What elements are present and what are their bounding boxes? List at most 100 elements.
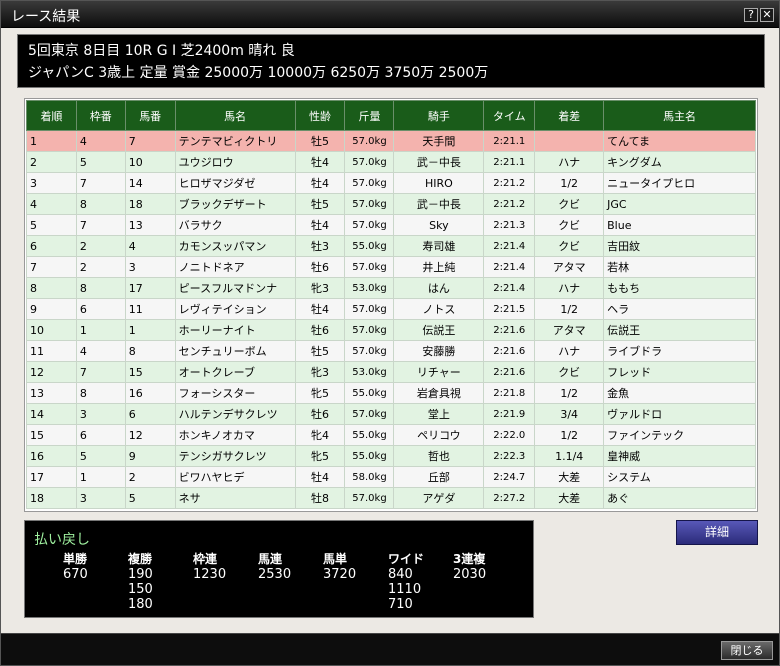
payout-value: 2030: [453, 567, 487, 582]
cell-waku: 5: [75, 445, 126, 467]
table-row[interactable]: 4 8 18 ブラックデザート 牡5 57.0kg 武－中長 2:21.2 クビ JGC: [26, 193, 756, 215]
cell-time: 2:21.8: [483, 382, 536, 404]
table-row[interactable]: 12 7 15 オートクレーブ 牝3 53.0kg リチャー 2:21.6 クビ フレッド: [26, 361, 756, 383]
table-row[interactable]: 11 4 8 センチュリーボム 牡5 57.0kg 安藤勝 2:21.6 ハナ ライブドラ: [26, 340, 756, 362]
cell-umaban: 6: [124, 403, 176, 425]
cell-rank: 7: [26, 256, 77, 278]
cell-margin: ハナ: [534, 277, 605, 299]
payout-column: 3連複 2030: [453, 551, 486, 582]
cell-waku: 1: [75, 319, 126, 341]
table-row[interactable]: 10 1 1 ホーリーナイト 牡6 57.0kg 伝説王 2:21.6 アタマ 伝説王: [26, 319, 756, 341]
cell-sexage: 牡5: [294, 130, 346, 152]
payout-value: 840: [388, 567, 413, 582]
cell-time: 2:21.4: [483, 256, 536, 278]
cell-rank: 18: [26, 487, 77, 509]
column-header[interactable]: 性齢: [294, 100, 346, 131]
payout-column: 複勝 190 150 180: [128, 551, 153, 612]
cell-name: ユウジロウ: [174, 151, 296, 173]
cell-rank: 14: [26, 403, 77, 425]
cell-name: ノニトドネア: [174, 256, 296, 278]
cell-name: ハルテンデサクレツ: [174, 403, 296, 425]
cell-owner: ヴァルドロ: [603, 403, 756, 425]
table-row[interactable]: 18 3 5 ネサ 牡8 57.0kg アゲダ 2:27.2 大差 あぐ: [26, 487, 756, 509]
cell-jockey: Sky: [393, 214, 485, 236]
cell-name: ヒロザマジダゼ: [174, 172, 296, 194]
help-button[interactable]: ?: [744, 8, 758, 22]
column-header[interactable]: 騎手: [393, 100, 485, 131]
payout-label: 単勝: [63, 552, 88, 566]
window-close-button[interactable]: ✕: [760, 8, 774, 22]
table-row[interactable]: 16 5 9 テンシガサクレツ 牝5 55.0kg 哲也 2:22.3 1.1/4 皇神威: [26, 445, 756, 467]
payout-value: 670: [63, 567, 88, 582]
cell-weight: 53.0kg: [344, 277, 395, 299]
payout-value: 1110: [388, 582, 422, 597]
table-row[interactable]: 7 2 3 ノニトドネア 牡6 57.0kg 井上純 2:21.4 アタマ 若林: [26, 256, 756, 278]
table-row[interactable]: 14 3 6 ハルテンデサクレツ 牡6 57.0kg 堂上 2:21.9 3/4 ヴァルドロ: [26, 403, 756, 425]
detail-button[interactable]: 詳細: [676, 520, 758, 545]
cell-name: レヴィテイション: [174, 298, 296, 320]
cell-sexage: 牡5: [294, 193, 346, 215]
column-header[interactable]: 枠番: [75, 100, 126, 131]
cell-rank: 12: [26, 361, 77, 383]
cell-margin: クビ: [534, 235, 605, 257]
cell-sexage: 牝4: [294, 424, 346, 446]
title-bar[interactable]: レース結果 ? ✕: [1, 1, 779, 28]
cell-rank: 2: [26, 151, 77, 173]
column-header[interactable]: タイム: [483, 100, 536, 131]
close-button[interactable]: 閉じる: [721, 641, 773, 660]
cell-rank: 6: [26, 235, 77, 257]
cell-umaban: 9: [124, 445, 176, 467]
cell-sexage: 牝3: [294, 277, 346, 299]
payout-column: ワイド 840 1110 710: [388, 551, 424, 612]
cell-margin: アタマ: [534, 256, 605, 278]
table-row[interactable]: 13 8 16 フォーシスター 牝5 55.0kg 岩倉具視 2:21.8 1/2 金魚: [26, 382, 756, 404]
table-row[interactable]: 9 6 11 レヴィテイション 牡4 57.0kg ノトス 2:21.5 1/2 ヘラ: [26, 298, 756, 320]
cell-umaban: 3: [124, 256, 176, 278]
cell-margin: 1.1/4: [534, 445, 605, 467]
cell-umaban: 5: [124, 487, 176, 509]
cell-umaban: 16: [124, 382, 176, 404]
cell-jockey: リチャー: [393, 361, 485, 383]
cell-umaban: 12: [124, 424, 176, 446]
table-header-row: 着順 枠番 馬番 馬名 性齢 斤量 騎手 タイム 着差 馬主名: [26, 100, 756, 131]
table-row[interactable]: 3 7 14 ヒロザマジダゼ 牡4 57.0kg HIRO 2:21.2 1/2 ニュータイプヒロ: [26, 172, 756, 194]
cell-umaban: 13: [124, 214, 176, 236]
cell-jockey: 伝説王: [393, 319, 485, 341]
column-header[interactable]: 馬番: [124, 100, 176, 131]
payout-label: 枠連: [193, 552, 218, 566]
cell-name: オートクレーブ: [174, 361, 296, 383]
table-row[interactable]: 2 5 10 ユウジロウ 牡4 57.0kg 武－中長 2:21.1 ハナ キングダム: [26, 151, 756, 173]
table-row[interactable]: 8 8 17 ピースフルマドンナ 牝3 53.0kg はん 2:21.4 ハナ ももち: [26, 277, 756, 299]
table-row[interactable]: 17 1 2 ビワハヤヒデ 牡4 58.0kg 丘部 2:24.7 大差 システム: [26, 466, 756, 488]
cell-margin: クビ: [534, 193, 605, 215]
cell-owner: JGC: [603, 193, 756, 215]
cell-margin: 大差: [534, 487, 605, 509]
cell-owner: 金魚: [603, 382, 756, 404]
cell-owner: フレッド: [603, 361, 756, 383]
cell-rank: 3: [26, 172, 77, 194]
cell-weight: 55.0kg: [344, 235, 395, 257]
cell-waku: 6: [75, 424, 126, 446]
table-row[interactable]: 15 6 12 ホンキノオカマ 牝4 55.0kg ペリコウ 2:22.0 1/2 ファインテック: [26, 424, 756, 446]
cell-name: ブラックデザート: [174, 193, 296, 215]
cell-sexage: 牡8: [294, 487, 346, 509]
column-header[interactable]: 馬名: [174, 100, 296, 131]
table-row[interactable]: 5 7 13 バラサク 牡4 57.0kg Sky 2:21.3 クビ Blue: [26, 214, 756, 236]
column-header[interactable]: 斤量: [344, 100, 395, 131]
column-header[interactable]: 着差: [534, 100, 605, 131]
cell-waku: 3: [75, 487, 126, 509]
cell-umaban: 15: [124, 361, 176, 383]
cell-waku: 8: [75, 382, 126, 404]
cell-margin: ハナ: [534, 340, 605, 362]
cell-weight: 58.0kg: [344, 466, 395, 488]
table-row[interactable]: 1 4 7 テンテマビィクトリ 牡5 57.0kg 天手間 2:21.1 てんてま: [26, 130, 756, 152]
column-header[interactable]: 馬主名: [603, 100, 756, 131]
cell-weight: 55.0kg: [344, 424, 395, 446]
cell-time: 2:21.2: [483, 172, 536, 194]
cell-weight: 57.0kg: [344, 403, 395, 425]
cell-sexage: 牝3: [294, 361, 346, 383]
cell-waku: 7: [75, 214, 126, 236]
table-row[interactable]: 6 2 4 カモンスッパマン 牡3 55.0kg 寿司雄 2:21.4 クビ 吉田紋: [26, 235, 756, 257]
column-header[interactable]: 着順: [26, 100, 77, 131]
cell-umaban: 2: [124, 466, 176, 488]
